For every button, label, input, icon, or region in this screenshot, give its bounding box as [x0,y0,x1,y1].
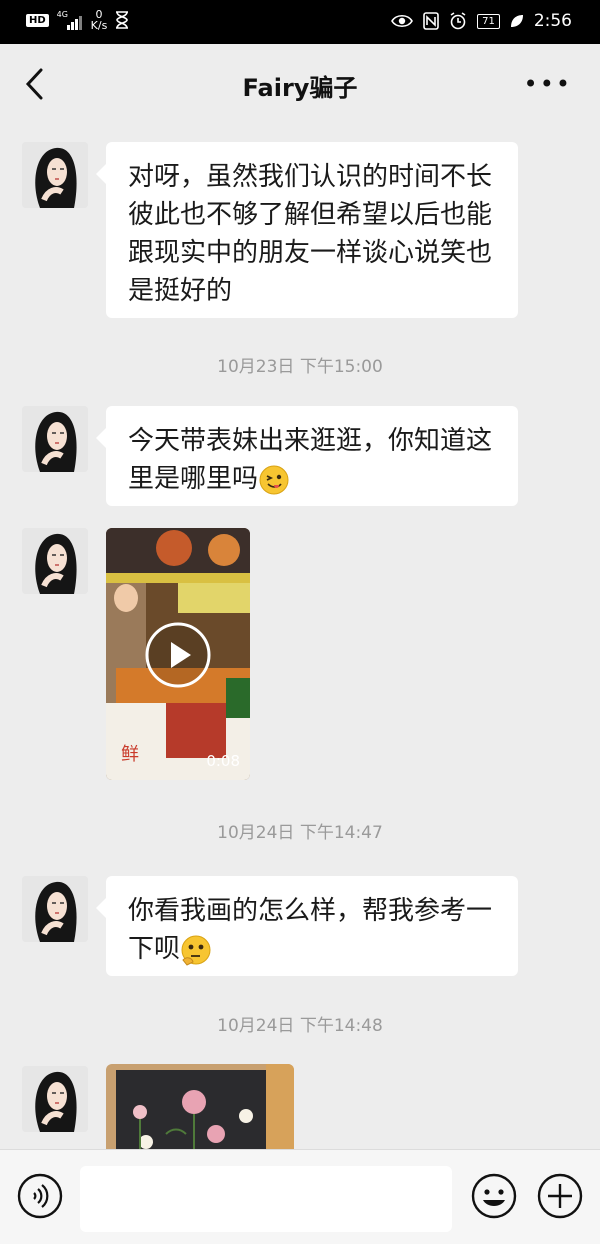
video-duration: 0:08 [206,752,240,770]
contact-avatar[interactable] [22,1066,88,1132]
status-bar: HD 4G 0 K/s 71 2:56 [0,0,600,44]
input-bar [0,1149,600,1244]
message-bubble[interactable]: 对呀，虽然我们认识的时间不长彼此也不够了解但希望以后也能跟现实中的朋友一样谈心说… [96,142,518,318]
message-text: 今天带表妹出来逛逛，你知道这里是哪里吗 [128,426,493,494]
contact-avatar[interactable] [22,528,88,594]
painting-thumbnail [106,1064,294,1150]
image-message[interactable] [106,1064,294,1150]
message-bubble[interactable]: 今天带表妹出来逛逛，你知道这里是哪里吗 [96,406,518,506]
chat-header: Fairy骗子 ••• [0,44,600,126]
message-input[interactable] [80,1166,452,1232]
alarm-icon [450,12,466,30]
hd-badge: HD [26,13,49,27]
svg-text:鲜: 鲜 [121,744,139,765]
contact-avatar[interactable] [22,876,88,942]
clock-time: 2:56 [533,11,572,31]
nfc-icon [423,12,439,30]
contact-avatar[interactable] [22,406,88,472]
eye-icon [391,14,414,28]
add-button-icon[interactable] [536,1172,584,1220]
hourglass-icon [116,11,129,29]
wink-tongue-emoji-icon [259,465,289,494]
network-speed: 0 K/s [90,8,108,32]
leaf-icon [510,15,523,27]
message-bubble[interactable]: 你看我画的怎么样，帮我参考一下呗 [96,876,518,976]
timestamp: 10月23日 下午15:00 [217,357,383,377]
contact-avatar[interactable] [22,142,88,208]
voice-input-icon[interactable] [16,1172,64,1220]
video-message[interactable]: 鲜 0:08 [106,528,250,780]
more-options-icon[interactable]: ••• [524,70,572,98]
thinking-emoji-icon [181,935,211,966]
play-icon[interactable] [144,621,212,689]
signal-icon: 4G [57,10,83,30]
timestamp: 10月24日 下午14:48 [217,1016,383,1036]
timestamp: 10月24日 下午14:47 [217,823,383,843]
emoji-button-icon[interactable] [470,1172,518,1220]
battery-icon: 71 [477,13,500,29]
chat-title: Fairy骗子 [242,74,358,102]
message-text: 对呀，虽然我们认识的时间不长彼此也不够了解但希望以后也能跟现实中的朋友一样谈心说… [128,162,493,306]
